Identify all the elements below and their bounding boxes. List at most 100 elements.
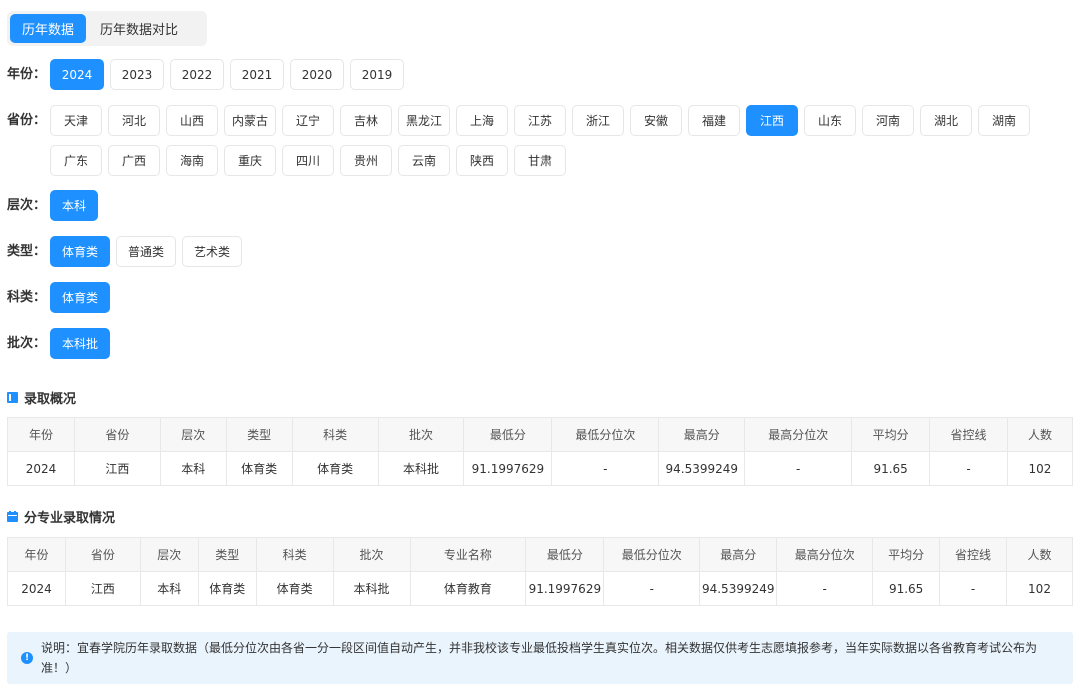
province-option[interactable]: 陕西 <box>456 145 508 176</box>
table-cell: 2024 <box>7 451 75 486</box>
tab-history[interactable]: 历年数据 <box>10 14 87 43</box>
table-cell: 本科批 <box>377 451 465 486</box>
table-cell: 94.5399249 <box>658 451 746 486</box>
disclaimer-text: 说明：宜春学院历年录取数据（最低分位次由各省一分一段区间值自动产生，并非我校该专… <box>41 641 1038 675</box>
type-option[interactable]: 普通类 <box>116 236 177 267</box>
province-options: 天津 河北 山西 内蒙古 辽宁 吉林 黑龙江 上海 江苏 浙江 安徽 福建 江西 山东 河南 湖北 湖南广东 广西… <box>50 105 1060 176</box>
subject-option[interactable]: 体育类 <box>50 282 111 313</box>
majors-section-title: 分专业录取情况 <box>7 507 115 526</box>
level-options: 本科 <box>50 190 1060 221</box>
column-header: 专业名称 <box>409 537 527 572</box>
view-tabs: 历年数据 历年数据对比 <box>7 11 207 46</box>
column-header: 人数 <box>1006 417 1074 452</box>
province-option[interactable]: 广东 <box>50 145 102 176</box>
column-header: 省控线 <box>929 417 1008 452</box>
overview-title: 录取概况 <box>24 392 77 407</box>
table-cell: 江西 <box>73 451 161 486</box>
table-cell: 91.1997629 <box>525 571 605 606</box>
province-option[interactable]: 海南 <box>166 145 218 176</box>
level-option[interactable]: 本科 <box>50 190 99 221</box>
province-option[interactable]: 贵州 <box>340 145 392 176</box>
filter-province-label: 省份： <box>7 113 47 128</box>
province-option[interactable]: 湖北 <box>920 105 972 136</box>
year-option[interactable]: 2022 <box>170 59 224 90</box>
province-option[interactable]: 上海 <box>456 105 508 136</box>
filter-batch-label: 批次： <box>7 336 47 351</box>
province-option[interactable]: 山东 <box>804 105 856 136</box>
table-cell: 体育类 <box>225 451 293 486</box>
column-header: 层次 <box>159 417 227 452</box>
table-cell: - <box>939 571 1007 606</box>
column-header: 层次 <box>139 537 199 572</box>
column-header: 批次 <box>332 537 411 572</box>
table-cell: 本科 <box>159 451 227 486</box>
filter-year: 年份： 2024 2023 2022 2021 2020 2019 <box>7 59 1060 90</box>
year-option[interactable]: 2019 <box>350 59 404 90</box>
province-option[interactable]: 吉林 <box>340 105 392 136</box>
table-cell: 江西 <box>64 571 141 606</box>
overview-header-row: 年份 省份 层次 类型 科类 批次 最低分 最低分位次 最高分 最高分位次 平均分 省控线 人数 <box>7 417 1074 452</box>
column-header: 省控线 <box>939 537 1007 572</box>
column-header: 最低分位次 <box>603 537 701 572</box>
calendar-icon <box>7 511 18 522</box>
majors-table: 年份 省份 层次 类型 科类 批次 专业名称 最低分 最低分位次 最高分 最高分位次 平均分 省控线 人数… <box>7 537 1073 606</box>
column-header: 人数 <box>1006 537 1073 572</box>
province-option[interactable]: 江苏 <box>514 105 566 136</box>
column-header: 年份 <box>7 537 66 572</box>
table-cell: 102 <box>1006 571 1073 606</box>
filter-level-label: 层次： <box>7 198 47 213</box>
filter-batch: 批次： 本科批 <box>7 328 1060 359</box>
province-option[interactable]: 天津 <box>50 105 102 136</box>
filter-subject: 科类： 体育类 <box>7 282 1060 313</box>
batch-option[interactable]: 本科批 <box>50 328 111 359</box>
year-option[interactable]: 2024 <box>50 59 104 90</box>
province-option[interactable]: 河北 <box>108 105 160 136</box>
province-option[interactable]: 浙江 <box>572 105 624 136</box>
filter-subject-label: 科类： <box>7 290 47 305</box>
type-options: 体育类 普通类 艺术类 <box>50 236 1060 267</box>
table-cell: 本科 <box>139 571 199 606</box>
type-option[interactable]: 体育类 <box>50 236 111 267</box>
column-header: 类型 <box>225 417 293 452</box>
year-option[interactable]: 2023 <box>110 59 164 90</box>
table-cell: 2024 <box>7 571 66 606</box>
tab-history-compare[interactable]: 历年数据对比 <box>88 14 190 43</box>
province-option[interactable]: 甘肃 <box>514 145 566 176</box>
year-option[interactable]: 2021 <box>230 59 284 90</box>
table-cell: 91.65 <box>851 451 931 486</box>
table-cell: 102 <box>1006 451 1074 486</box>
province-option[interactable]: 黑龙江 <box>398 105 450 136</box>
info-icon: ! <box>21 652 33 664</box>
province-option[interactable]: 福建 <box>688 105 740 136</box>
column-header: 最低分位次 <box>551 417 660 452</box>
filter-year-label: 年份： <box>7 67 47 82</box>
column-header: 最高分 <box>658 417 746 452</box>
type-option[interactable]: 艺术类 <box>182 236 243 267</box>
subject-options: 体育类 <box>50 282 1060 313</box>
batch-options: 本科批 <box>50 328 1060 359</box>
table-cell: - <box>551 451 660 486</box>
table-cell: 94.5399249 <box>699 571 778 606</box>
province-option[interactable]: 四川 <box>282 145 334 176</box>
table-cell: - <box>929 451 1008 486</box>
province-option[interactable]: 内蒙古 <box>224 105 276 136</box>
table-cell: 91.1997629 <box>463 451 553 486</box>
year-option[interactable]: 2020 <box>290 59 344 90</box>
province-option[interactable]: 辽宁 <box>282 105 334 136</box>
province-option[interactable]: 重庆 <box>224 145 276 176</box>
province-option[interactable]: 河南 <box>862 105 914 136</box>
province-option[interactable]: 云南 <box>398 145 450 176</box>
column-header: 科类 <box>255 537 334 572</box>
filter-level: 层次： 本科 <box>7 190 1060 221</box>
province-option[interactable]: 江西 <box>746 105 798 136</box>
province-option[interactable]: 安徽 <box>630 105 682 136</box>
column-header: 最低分 <box>463 417 553 452</box>
province-option[interactable]: 广西 <box>108 145 160 176</box>
column-header: 科类 <box>291 417 379 452</box>
column-header: 最高分 <box>699 537 778 572</box>
province-option[interactable]: 湖南 <box>978 105 1030 136</box>
column-header: 省份 <box>73 417 161 452</box>
province-option[interactable]: 山西 <box>166 105 218 136</box>
table-cell: 体育类 <box>255 571 334 606</box>
table-row: 2024 江西 本科 体育类 体育类 本科批 91.1997629-94.5399249-9… <box>7 451 1074 486</box>
